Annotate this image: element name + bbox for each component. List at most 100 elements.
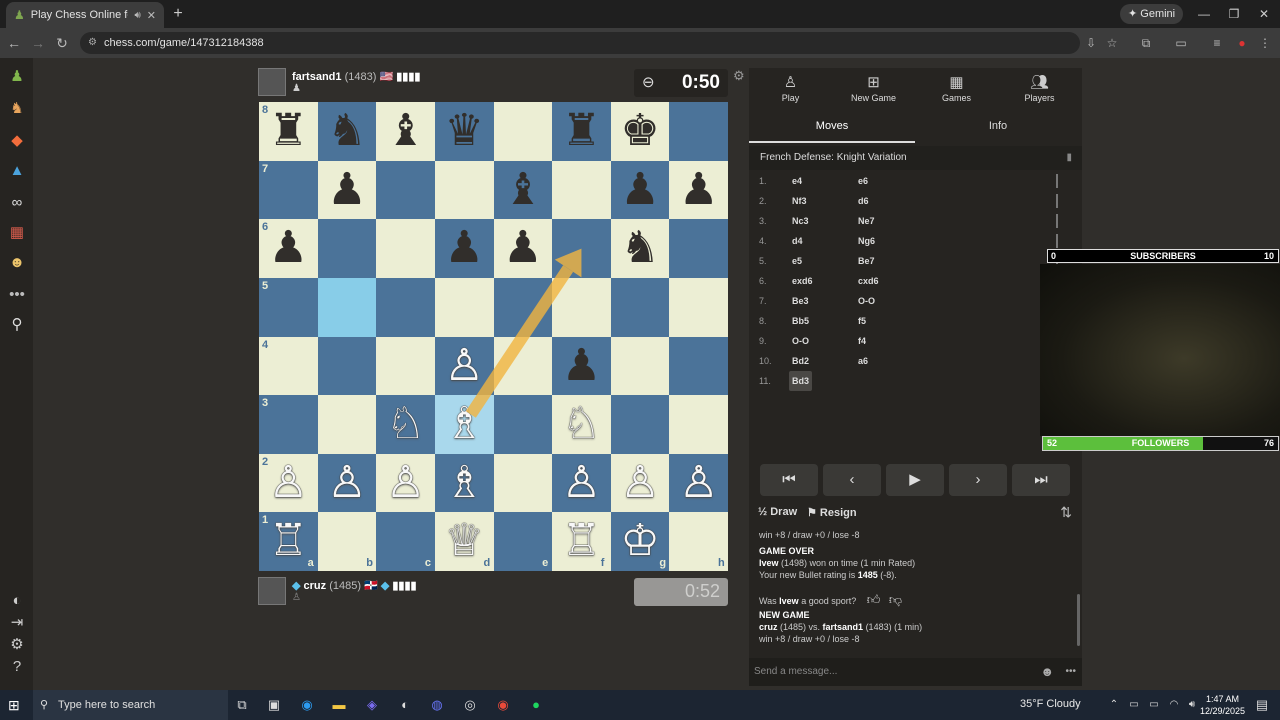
flip-board-icon[interactable]: ⇅: [1060, 504, 1072, 521]
tab-players[interactable]: 👥︎ Players: [998, 68, 1081, 110]
piece-f3[interactable]: ♘: [552, 395, 611, 454]
menu-kebab-icon[interactable]: ⋮: [1256, 34, 1274, 52]
piece-f2[interactable]: ♙: [552, 454, 611, 513]
weather-widget[interactable]: 35°F Cloudy: [1020, 698, 1081, 710]
black-move[interactable]: Ne7: [858, 211, 875, 231]
chesscom-logo-icon[interactable]: ♟: [6, 66, 28, 88]
notifications-icon[interactable]: ▤: [1252, 696, 1272, 714]
square-h8[interactable]: [669, 102, 728, 161]
white-move[interactable]: e4: [792, 171, 802, 191]
tab-new-game[interactable]: ⊞ New Game: [832, 68, 915, 110]
install-app-icon[interactable]: ⇩: [1082, 34, 1100, 52]
white-move[interactable]: Bd3: [789, 371, 813, 391]
piece-d6[interactable]: ♟: [435, 219, 494, 278]
piece-h7[interactable]: ♟: [669, 161, 728, 220]
new-tab-button[interactable]: +: [168, 4, 188, 24]
more-icon[interactable]: •••: [6, 284, 28, 306]
thumbs-up-icon[interactable]: 👍︎: [867, 592, 881, 607]
top-player-avatar[interactable]: [258, 68, 286, 96]
white-move[interactable]: Nf3: [792, 191, 807, 211]
square-b4[interactable]: [317, 336, 377, 396]
square-c4[interactable]: [376, 336, 435, 396]
thumbs-down-icon[interactable]: 👎︎: [889, 592, 902, 607]
black-move[interactable]: cxd6: [858, 271, 879, 291]
piece-h2[interactable]: ♙: [669, 454, 728, 513]
speaker-icon[interactable]: 🔊︎: [134, 10, 140, 21]
app-icon[interactable]: ▣: [264, 696, 284, 714]
square-e8[interactable]: [493, 102, 553, 161]
system-clock[interactable]: 1:47 AM 12/29/2025: [1200, 693, 1245, 717]
square-h6[interactable]: [669, 219, 728, 278]
square-f5[interactable]: [552, 277, 611, 337]
piece-e6[interactable]: ♟: [494, 219, 553, 278]
piece-c2[interactable]: ♙: [376, 454, 435, 513]
resign-button[interactable]: ⚑ Resign: [807, 506, 857, 519]
piece-g2[interactable]: ♙: [611, 454, 670, 513]
draw-button[interactable]: ½ Draw: [758, 506, 797, 518]
black-move[interactable]: e6: [858, 171, 868, 191]
volume-icon[interactable]: 🔊︎: [1182, 696, 1202, 714]
reload-icon[interactable]: ↻: [52, 33, 72, 53]
chat-input[interactable]: Send a message... ☻ •••: [749, 658, 1082, 686]
taskbar-search[interactable]: ⚲ Type here to search: [33, 690, 228, 720]
white-move[interactable]: e5: [792, 251, 802, 271]
square-e2[interactable]: [493, 453, 553, 513]
tray-icon[interactable]: ▭: [1144, 696, 1164, 714]
square-f6[interactable]: [552, 219, 611, 278]
top-player-name[interactable]: fartsand1: [292, 71, 342, 83]
square-b5[interactable]: [317, 277, 377, 337]
piece-d4[interactable]: ♙: [435, 337, 494, 396]
piece-b2[interactable]: ♙: [318, 454, 377, 513]
white-move[interactable]: O-O: [792, 331, 809, 351]
square-h4[interactable]: [669, 336, 728, 396]
media-control-icon[interactable]: ≡: [1208, 34, 1226, 52]
piece-g6[interactable]: ♞: [611, 219, 670, 278]
app-icon-3[interactable]: ◐: [395, 696, 415, 714]
close-tab-icon[interactable]: ✕: [147, 9, 156, 22]
discord-icon[interactable]: ◍: [427, 696, 447, 714]
tray-chevron-icon[interactable]: ⌃: [1104, 696, 1124, 714]
white-move[interactable]: exd6: [792, 271, 813, 291]
search-icon[interactable]: ⚲: [6, 314, 28, 336]
white-move[interactable]: Be3: [792, 291, 809, 311]
top-player-name-line[interactable]: fartsand1 (1483) 🇺🇸 ▮▮▮▮: [292, 70, 420, 83]
board-settings-icon[interactable]: ⚙: [733, 68, 745, 84]
square-h5[interactable]: [669, 277, 728, 337]
square-c6[interactable]: [376, 219, 435, 278]
lessons-icon[interactable]: ▲: [6, 160, 28, 182]
square-e4[interactable]: [493, 336, 553, 396]
settings-icon[interactable]: ⚙: [6, 634, 28, 656]
browser-tab[interactable]: ♟ Play Chess Online for FREE 🔊︎ ✕: [6, 2, 164, 28]
book-icon[interactable]: ▮: [1066, 146, 1072, 170]
windows-start-icon[interactable]: ⊞: [8, 697, 20, 714]
bookmark-star-icon[interactable]: ☆: [1103, 34, 1121, 52]
square-d5[interactable]: [434, 277, 494, 337]
app-icon-2[interactable]: ◈: [362, 696, 382, 714]
bottom-player-name-line[interactable]: ◆ cruz (1485) 🇩🇴 ◆ ▮▮▮▮: [292, 579, 417, 592]
black-move[interactable]: d6: [858, 191, 869, 211]
play-button[interactable]: ▶: [886, 464, 944, 496]
black-move[interactable]: Be7: [858, 251, 875, 271]
piece-e7[interactable]: ♝: [494, 161, 553, 220]
piece-g7[interactable]: ♟: [611, 161, 670, 220]
subtab-info[interactable]: Info: [915, 113, 1081, 143]
black-move[interactable]: f5: [858, 311, 866, 331]
chrome-icon[interactable]: ◉: [493, 696, 513, 714]
chat-scrollbar[interactable]: [1077, 594, 1080, 646]
news-icon[interactable]: ▦: [6, 222, 28, 244]
site-info-icon[interactable]: ⚙: [88, 32, 97, 54]
ng-player1[interactable]: cruz: [759, 622, 778, 632]
close-window-icon[interactable]: ✕: [1254, 4, 1274, 24]
minimize-icon[interactable]: —: [1194, 4, 1214, 24]
social-icon[interactable]: ☻: [6, 252, 28, 274]
piece-f4[interactable]: ♟: [552, 337, 611, 396]
square-d7[interactable]: [434, 160, 494, 220]
theme-icon[interactable]: ◐: [6, 590, 28, 612]
last-move-button[interactable]: ⏭: [1012, 464, 1070, 496]
ng-player2[interactable]: fartsand1: [823, 622, 864, 632]
collapse-icon[interactable]: ⇥: [6, 612, 28, 634]
chess-board[interactable]: ♜ 8 ♞ ♝ ♛ ♜ ♚ 7 ♟ ♝ ♟ ♟ ♟ 6 ♟ ♟ ♞ 5 4 ♙ ♟ 3 ♘ ♗ ♘ ♙ 2 ♙ ♙ ♗ ♙ ♙ ♙ ♖ 1 a b c ♕ d…: [259, 102, 728, 571]
tab-games[interactable]: ▦ Games: [915, 68, 998, 110]
black-move[interactable]: a6: [858, 351, 868, 371]
black-move[interactable]: Ng6: [858, 231, 875, 251]
